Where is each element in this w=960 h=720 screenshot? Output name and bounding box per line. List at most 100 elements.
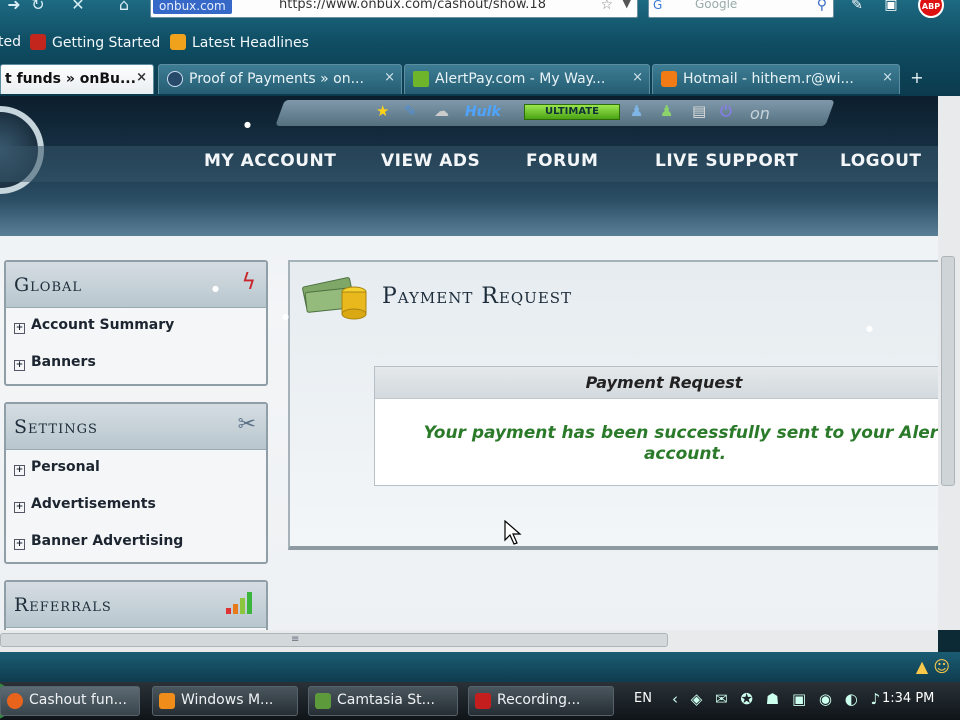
sparkle-icon: ●: [282, 312, 289, 321]
recording-icon: [475, 693, 491, 709]
bookmarks-toolbar: ted Getting Started Latest Headlines: [0, 30, 960, 56]
tab-strip: t funds » onBu... × Proof of Payments » …: [0, 64, 960, 94]
task-recording[interactable]: Recording...: [468, 686, 614, 716]
nav-logout[interactable]: LOGOUT: [840, 151, 921, 171]
money-stack-icon: [302, 277, 367, 320]
pin-icon[interactable]: ✎: [846, 0, 868, 16]
sidebar-referrals: Referrals: [4, 580, 268, 630]
sidebar-settings: Settings ✂ + Personal + Advertisements + Ba…: [4, 402, 268, 564]
task-label: Recording...: [497, 692, 581, 708]
sidebar-item-label: Banners: [31, 354, 96, 370]
tab-label: AlertPay.com - My Way...: [435, 71, 606, 87]
url-dropdown-icon[interactable]: ▼: [623, 0, 631, 10]
scroll-grip-icon: ≡: [291, 634, 300, 645]
sidebar-global: Global ϟ + Account Summary + Banners: [4, 260, 268, 386]
close-tab-icon[interactable]: ×: [136, 70, 147, 85]
vertical-scrollbar-thumb[interactable]: [941, 256, 955, 486]
media-player-icon: [159, 693, 175, 709]
tab-hotmail[interactable]: Hotmail - hithem.r@wi... ×: [652, 64, 900, 94]
nav-forum[interactable]: FORUM: [526, 151, 598, 171]
clipboard-icon[interactable]: ▤: [692, 102, 706, 120]
notice-title: Payment Request: [375, 367, 938, 399]
sidebar-item-label: Personal: [31, 459, 100, 475]
sidebar-item-label: Account Summary: [31, 317, 175, 333]
onbux-small-logo: on: [750, 104, 770, 123]
address-bar[interactable]: onbux.com https://www.onbux.com/cashout/…: [150, 0, 638, 18]
horizontal-scrollbar-thumb[interactable]: ≡: [0, 633, 668, 647]
task-label: Camtasia St...: [337, 692, 435, 708]
task-label: Cashout fun...: [29, 692, 127, 708]
hulk-membership-badge[interactable]: Hulk: [465, 104, 501, 120]
nav-live-support[interactable]: LIVE SUPPORT: [655, 151, 798, 171]
wrench-icon[interactable]: ✎: [404, 102, 417, 120]
site-header: ★ ✎ ☁ Hulk ULTIMATE ♟ ♟ ▤ ⏻ on n MY ACCO…: [0, 96, 938, 236]
tab-proof-of-payments[interactable]: Proof of Payments » on... ×: [158, 64, 402, 94]
expand-icon: +: [14, 465, 25, 476]
sidebar-item-banners[interactable]: + Banners: [6, 345, 266, 382]
sidebar-item-label: Advertisements: [31, 496, 156, 512]
home-icon[interactable]: ⌂: [112, 0, 136, 18]
signal-bars-svg: [226, 592, 252, 614]
task-camtasia-studio[interactable]: Camtasia St...: [308, 686, 458, 716]
window-icon[interactable]: ▣: [880, 0, 902, 16]
status-addon-icons[interactable]: ▲ ☺: [916, 657, 950, 676]
new-tab-button[interactable]: +: [904, 68, 930, 90]
user-icon[interactable]: ♟: [630, 102, 643, 120]
expand-icon: +: [14, 323, 25, 334]
expand-icon: +: [14, 360, 25, 371]
sidebar-referrals-header: Referrals: [6, 582, 266, 628]
navigation-toolbar: ➜ ↻ ✕ ⌂ onbux.com https://www.onbux.com/…: [0, 0, 960, 24]
bookmark-star-icon[interactable]: ☆: [600, 0, 613, 13]
lightning-icon: ϟ: [241, 270, 256, 295]
vertical-scrollbar[interactable]: [938, 96, 960, 630]
forward-icon[interactable]: ➜: [2, 0, 26, 18]
sidebar-item-advertisements[interactable]: + Advertisements: [6, 487, 266, 524]
success-notice: Payment Request Your payment has been su…: [374, 366, 938, 486]
nav-my-account[interactable]: MY ACCOUNT: [204, 151, 336, 171]
sidebar-item-label: Banner Advertising: [31, 533, 184, 549]
horizontal-scrollbar[interactable]: ≡: [0, 630, 938, 652]
tab-alertpay[interactable]: AlertPay.com - My Way... ×: [404, 64, 650, 94]
star-icon[interactable]: ★: [376, 102, 389, 120]
taskbar-clock[interactable]: 1:34 PM: [882, 691, 934, 706]
system-tray-icons[interactable]: ‹ ◈ ✉ ✪ ☗ ▣ ◉ ◐ ♪: [672, 690, 884, 708]
task-firefox-cashout[interactable]: Cashout fun...: [0, 686, 140, 716]
close-tab-icon[interactable]: ×: [632, 70, 643, 85]
sparkle-icon: ●: [244, 120, 251, 129]
power-icon[interactable]: ⏻: [720, 102, 732, 120]
windows-taskbar: Cashout fun... Windows M... Camtasia St.…: [0, 682, 960, 720]
ultimate-membership-badge[interactable]: ULTIMATE: [524, 104, 620, 120]
sidebar-item-personal[interactable]: + Personal: [6, 450, 266, 487]
alertpay-favicon: [413, 71, 429, 87]
bookmark-most-visited[interactable]: ted: [0, 34, 21, 50]
user-add-icon[interactable]: ♟: [660, 102, 673, 120]
close-tab-icon[interactable]: ×: [882, 70, 893, 85]
language-indicator[interactable]: EN: [634, 691, 652, 706]
page-viewport: ★ ✎ ☁ Hulk ULTIMATE ♟ ♟ ▤ ⏻ on n MY ACCO…: [0, 96, 938, 630]
tab-label: Proof of Payments » on...: [189, 71, 364, 87]
adblock-icon[interactable]: ABP: [918, 0, 944, 18]
close-tab-icon[interactable]: ×: [384, 70, 395, 85]
search-icon[interactable]: ⚲: [817, 0, 827, 13]
tab-cashout-funds[interactable]: t funds » onBu... ×: [0, 64, 154, 94]
nav-view-ads[interactable]: VIEW ADS: [381, 151, 480, 171]
firefox-bookmark-icon: [30, 34, 46, 50]
sidebar-item-account-summary[interactable]: + Account Summary: [6, 308, 266, 345]
site-identity-badge[interactable]: onbux.com: [153, 0, 232, 14]
search-input[interactable]: G Google ⚲: [648, 0, 834, 18]
tab-label: Hotmail - hithem.r@wi...: [683, 71, 854, 87]
sparkle-icon: ●: [212, 284, 219, 293]
tab-label: t funds » onBu...: [5, 71, 136, 87]
firefox-icon: [7, 693, 23, 709]
bookmark-latest-headlines[interactable]: Latest Headlines: [170, 34, 309, 51]
cloud-icon[interactable]: ☁: [434, 102, 449, 120]
sidebar-global-title: Global: [14, 274, 83, 296]
google-icon[interactable]: G: [653, 0, 662, 12]
task-windows-media[interactable]: Windows M...: [152, 686, 298, 716]
browser-status-bar: ▲ ☺: [0, 652, 960, 682]
stop-icon[interactable]: ✕: [66, 0, 90, 18]
sidebar-item-banner-advertising[interactable]: + Banner Advertising: [6, 524, 266, 561]
reload-icon[interactable]: ↻: [26, 0, 50, 18]
bookmark-getting-started[interactable]: Getting Started: [30, 34, 160, 51]
sidebar-settings-title: Settings: [14, 416, 98, 438]
